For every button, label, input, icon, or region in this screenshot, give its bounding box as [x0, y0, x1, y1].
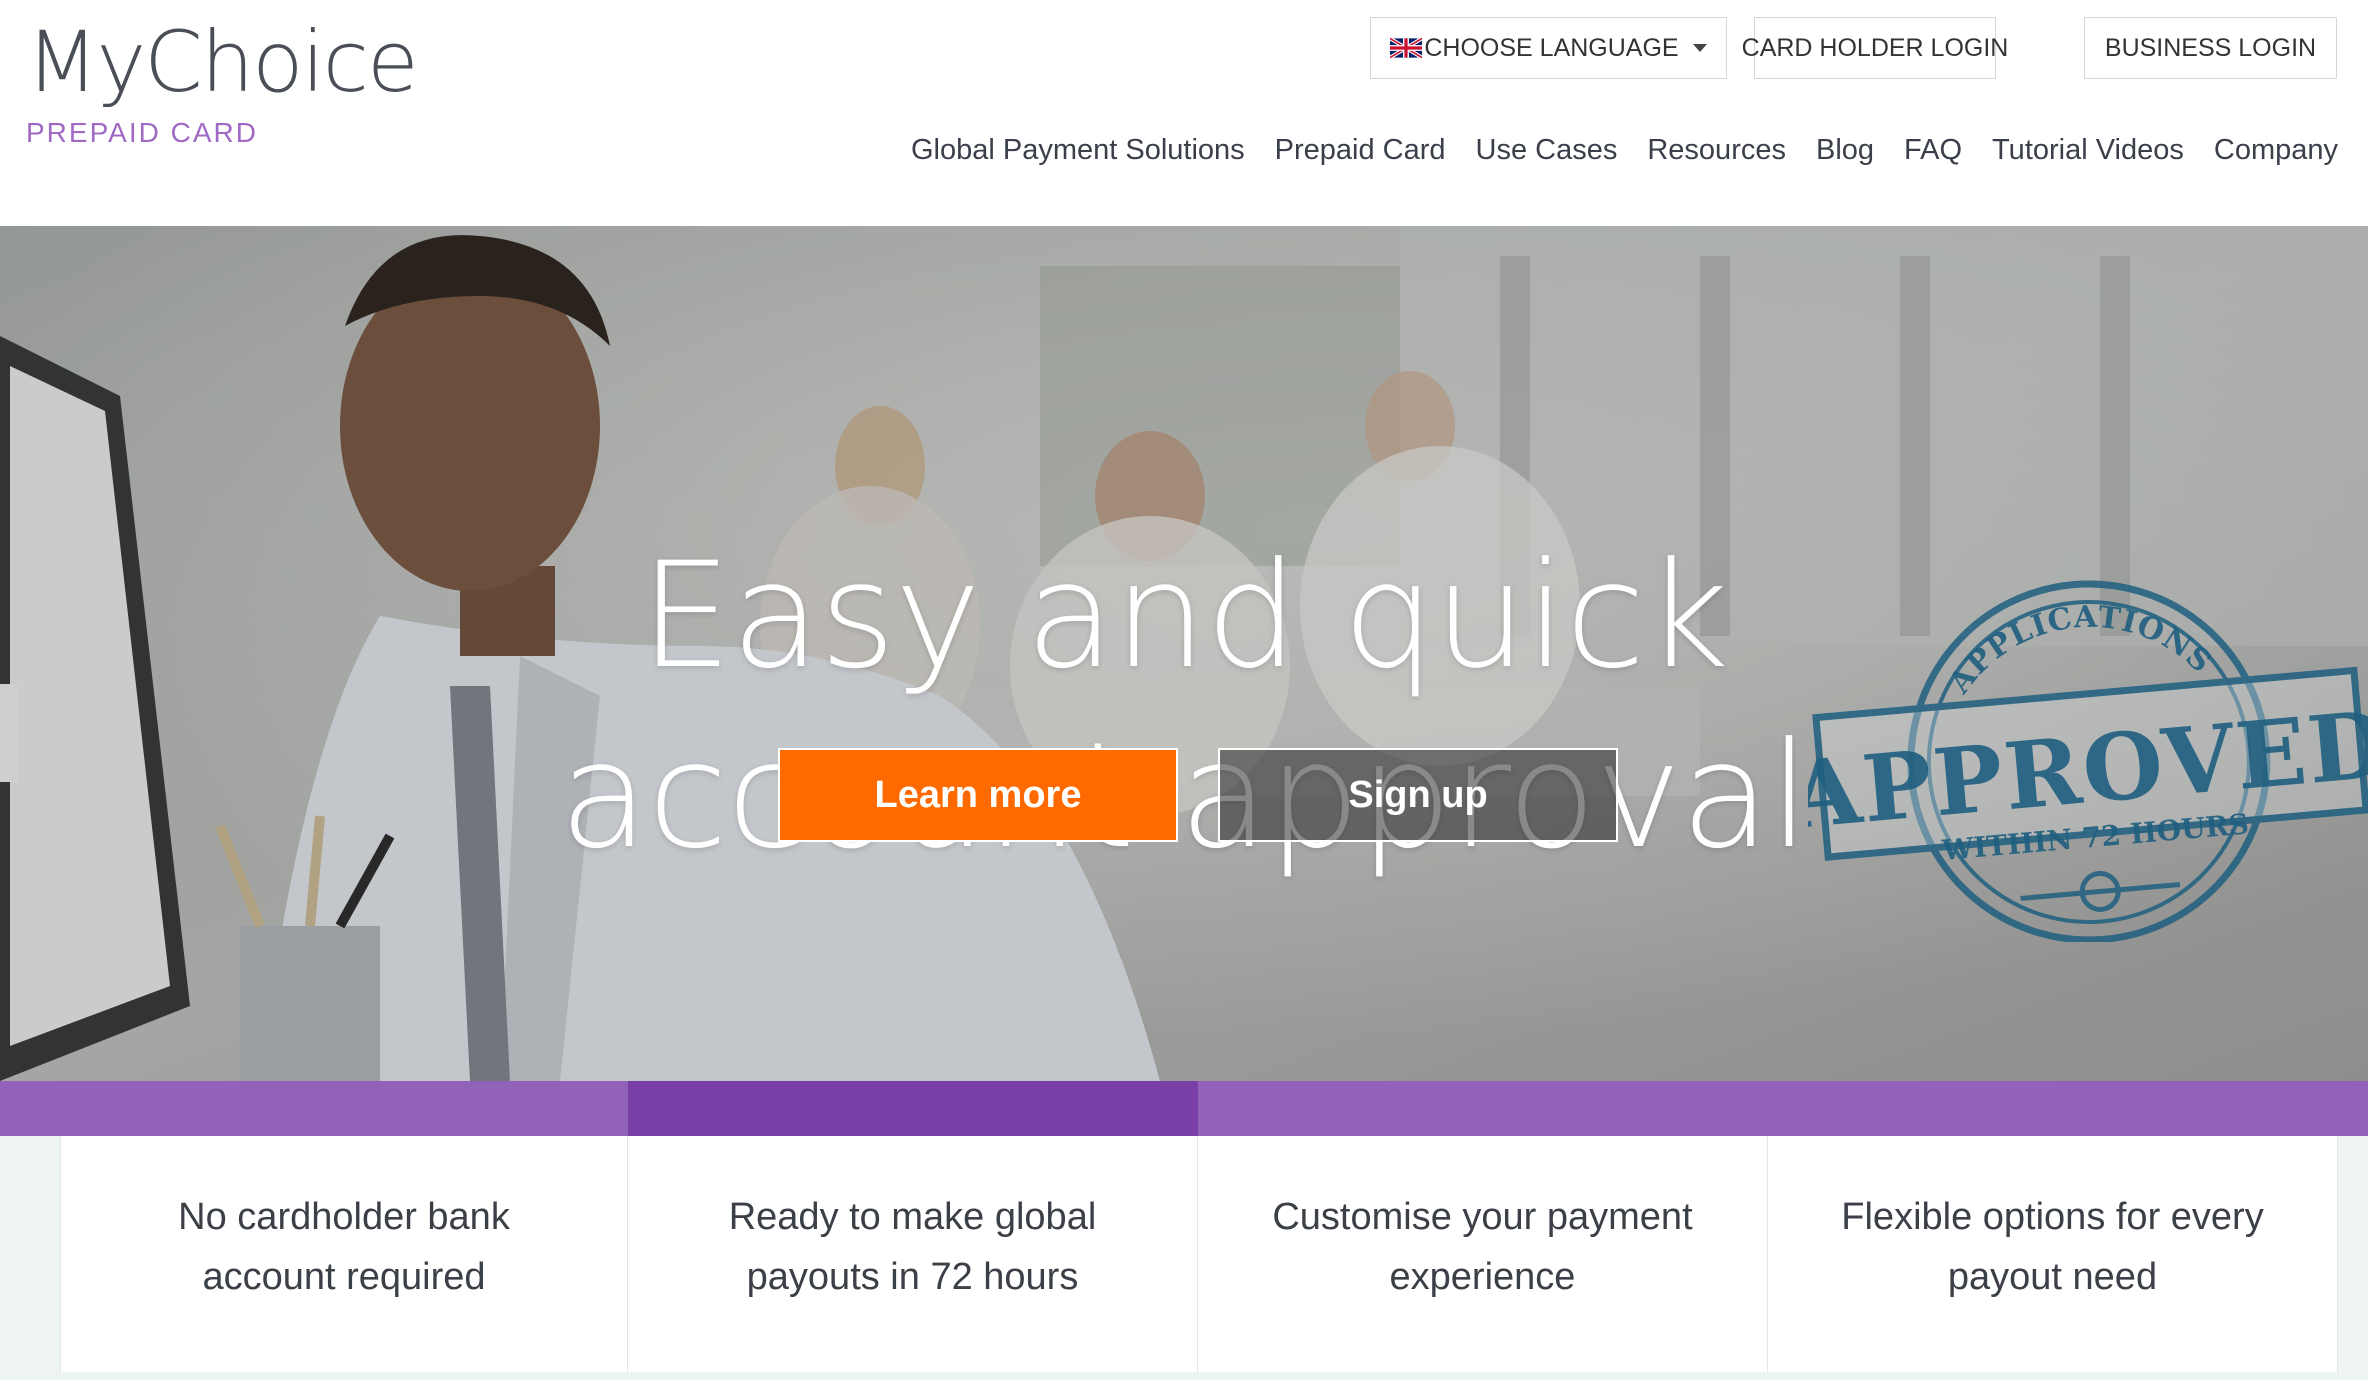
chevron-down-icon [1692, 44, 1707, 52]
site-logo[interactable]: MyChoice PREPAID CARD [26, 13, 419, 150]
choose-language-label: CHOOSE LANGUAGE [1424, 33, 1679, 62]
feature-tab-label: No cardholder bank account required [178, 1196, 510, 1298]
uk-flag-icon [1390, 37, 1423, 59]
feature-tab-2-indicator-active[interactable] [628, 1081, 1198, 1136]
learn-more-button[interactable]: Learn more [778, 748, 1178, 842]
nav-use-cases[interactable]: Use Cases [1476, 134, 1618, 167]
site-header: MyChoice PREPAID CARD CHOOSE LANGUAGE CA… [0, 0, 2368, 226]
business-login-button[interactable]: BUSINESS LOGIN [2084, 17, 2337, 79]
nav-blog[interactable]: Blog [1816, 134, 1874, 167]
feature-tab-4-indicator[interactable] [1768, 1081, 2368, 1136]
logo-tagline: PREPAID CARD [26, 117, 258, 148]
feature-tab-label: Customise your payment experience [1272, 1196, 1693, 1298]
nav-faq[interactable]: FAQ [1904, 134, 1962, 167]
feature-tab-3-indicator[interactable] [1198, 1081, 1768, 1136]
hero-banner: APPLICATIONS APPROVED WITHIN 72 HOURS Ea… [0, 226, 2368, 1081]
nav-prepaid-card[interactable]: Prepaid Card [1275, 134, 1446, 167]
logo-wordmark: MyChoice [26, 13, 419, 111]
feature-tab-no-bank-account[interactable]: No cardholder bank account required [60, 1136, 628, 1372]
feature-tabs: No cardholder bank account required Read… [0, 1136, 2368, 1380]
main-nav: Global Payment Solutions Prepaid Card Us… [911, 134, 2338, 167]
nav-global-payment-solutions[interactable]: Global Payment Solutions [911, 134, 1245, 167]
feature-tab-customise-payment[interactable]: Customise your payment experience [1198, 1136, 1768, 1372]
hero-title-line-2: account approval [559, 711, 1809, 881]
feature-tab-1-indicator[interactable] [0, 1081, 628, 1136]
hero-title: Easy and quick account approval [0, 526, 2368, 886]
nav-tutorial-videos[interactable]: Tutorial Videos [1992, 134, 2184, 167]
nav-company[interactable]: Company [2214, 134, 2338, 167]
sign-up-button[interactable]: Sign up [1218, 748, 1618, 842]
card-holder-login-button[interactable]: CARD HOLDER LOGIN [1742, 17, 2008, 79]
feature-tab-label: Ready to make global payouts in 72 hours [728, 1196, 1097, 1298]
choose-language-button[interactable]: CHOOSE LANGUAGE [1370, 17, 1727, 79]
feature-tab-global-payouts[interactable]: Ready to make global payouts in 72 hours [628, 1136, 1198, 1372]
feature-tab-flexible-options[interactable]: Flexible options for every payout need [1768, 1136, 2338, 1372]
feature-tab-label: Flexible options for every payout need [1841, 1196, 2264, 1298]
hero-title-line-1: Easy and quick [639, 531, 1729, 701]
nav-resources[interactable]: Resources [1647, 134, 1786, 167]
feature-tabs-bar [0, 1081, 2368, 1136]
